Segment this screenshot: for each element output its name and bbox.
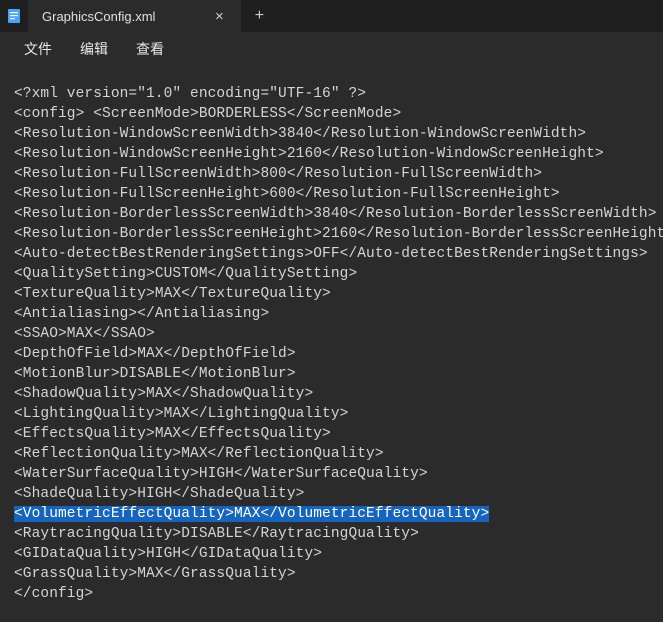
title-bar: GraphicsConfig.xml × + xyxy=(0,0,663,32)
code-line: <ReflectionQuality>MAX</ReflectionQualit… xyxy=(14,444,649,464)
code-line: <QualitySetting>CUSTOM</QualitySetting> xyxy=(14,264,649,284)
menu-file[interactable]: 文件 xyxy=(10,33,66,65)
code-line: <Resolution-WindowScreenHeight>2160</Res… xyxy=(14,144,649,164)
code-line: <TextureQuality>MAX</TextureQuality> xyxy=(14,284,649,304)
tab-active[interactable]: GraphicsConfig.xml × xyxy=(28,0,241,32)
new-tab-button[interactable]: + xyxy=(241,0,277,32)
code-line: <SSAO>MAX</SSAO> xyxy=(14,324,649,344)
code-line: <WaterSurfaceQuality>HIGH</WaterSurfaceQ… xyxy=(14,464,649,484)
code-line: <config> <ScreenMode>BORDERLESS</ScreenM… xyxy=(14,104,649,124)
code-line: <Resolution-FullScreenWidth>800</Resolut… xyxy=(14,164,649,184)
code-line: <Resolution-BorderlessScreenHeight>2160<… xyxy=(14,224,649,244)
tab-close-button[interactable]: × xyxy=(205,2,233,30)
notepad-icon xyxy=(6,8,22,24)
menu-edit[interactable]: 编辑 xyxy=(66,33,122,65)
code-line: <Resolution-WindowScreenWidth>3840</Reso… xyxy=(14,124,649,144)
code-line: <MotionBlur>DISABLE</MotionBlur> xyxy=(14,364,649,384)
code-line: <Resolution-FullScreenHeight>600</Resolu… xyxy=(14,184,649,204)
code-line: <DepthOfField>MAX</DepthOfField> xyxy=(14,344,649,364)
tab-label: GraphicsConfig.xml xyxy=(42,9,155,24)
code-line: <GIDataQuality>HIGH</GIDataQuality> xyxy=(14,544,649,564)
code-line: </config> xyxy=(14,584,649,604)
code-line: <LightingQuality>MAX</LightingQuality> xyxy=(14,404,649,424)
code-line: <Resolution-BorderlessScreenWidth>3840</… xyxy=(14,204,649,224)
code-line: <Antialiasing></Antialiasing> xyxy=(14,304,649,324)
app-icon xyxy=(0,0,28,32)
code-line: <Auto-detectBestRenderingSettings>OFF</A… xyxy=(14,244,649,264)
code-line: <ShadeQuality>HIGH</ShadeQuality> xyxy=(14,484,649,504)
menu-view[interactable]: 查看 xyxy=(122,33,178,65)
code-line: <GrassQuality>MAX</GrassQuality> xyxy=(14,564,649,584)
highlighted-text: <VolumetricEffectQuality>MAX</Volumetric… xyxy=(14,506,489,522)
editor-area[interactable]: <?xml version="1.0" encoding="UTF-16" ?>… xyxy=(0,66,663,622)
code-line: <?xml version="1.0" encoding="UTF-16" ?> xyxy=(14,84,649,104)
code-line: <RaytracingQuality>DISABLE</RaytracingQu… xyxy=(14,524,649,544)
code-line: <ShadowQuality>MAX</ShadowQuality> xyxy=(14,384,649,404)
code-line: <VolumetricEffectQuality>MAX</Volumetric… xyxy=(14,504,649,524)
menu-bar: 文件 编辑 查看 xyxy=(0,32,663,66)
code-line: <EffectsQuality>MAX</EffectsQuality> xyxy=(14,424,649,444)
